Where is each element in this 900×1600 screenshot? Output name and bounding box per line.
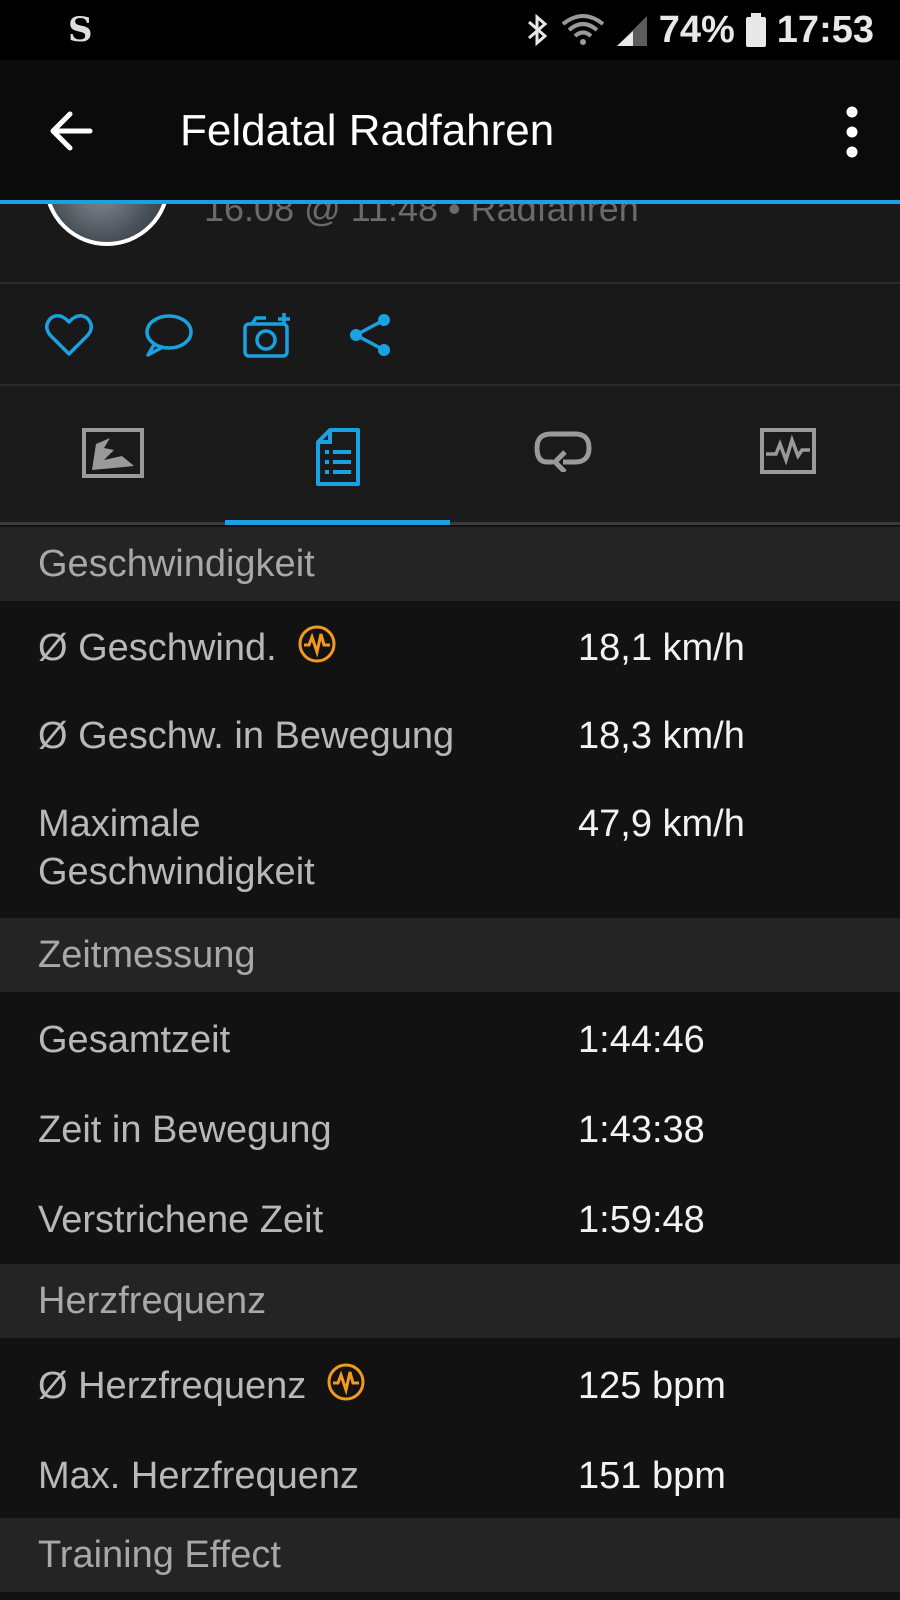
- section-header-speed: Geschwindigkeit: [0, 527, 900, 601]
- stat-value: 18,1 km/h: [578, 627, 745, 669]
- app-notification-icon: S: [68, 10, 93, 50]
- activity-header: 16.08 @ 11:48 • Radfahren: [0, 200, 900, 284]
- comment-icon[interactable]: [143, 312, 193, 358]
- stat-label: Ø Geschw. in Bewegung: [38, 715, 455, 757]
- chart-icon: [759, 428, 816, 474]
- more-vert-icon[interactable]: [842, 104, 862, 160]
- stat-value: 18,3 km/h: [578, 715, 745, 757]
- heart-rate-source-icon: [327, 1363, 365, 1401]
- page-title: Feldatal Radfahren: [180, 106, 555, 155]
- signal-icon: [616, 16, 647, 46]
- stat-label: Gesamtzeit: [38, 1019, 231, 1061]
- tab-details[interactable]: [225, 386, 450, 525]
- tab-laps[interactable]: [450, 386, 675, 522]
- activity-tabs: [0, 386, 900, 525]
- arrow-left-icon[interactable]: [44, 104, 98, 158]
- stat-label: Ø Herzfrequenz: [38, 1362, 538, 1410]
- stat-label: Maximale Geschwindigkeit: [38, 803, 315, 893]
- status-bar: S 74% 17:53: [0, 0, 900, 60]
- clock: 17:53: [776, 8, 874, 51]
- bluetooth-icon: [527, 13, 548, 47]
- battery-percentage: 74%: [658, 8, 735, 51]
- map-icon: [81, 428, 144, 478]
- app-bar: Feldatal Radfahren: [0, 60, 900, 204]
- section-header-training-effect: Training Effect: [0, 1518, 900, 1592]
- wifi-icon: [561, 14, 604, 45]
- add-photo-icon[interactable]: [242, 312, 292, 358]
- stat-label: Max. Herzfrequenz: [38, 1455, 360, 1497]
- stat-label: Verstrichene Zeit: [38, 1199, 324, 1241]
- laps-icon: [533, 431, 592, 472]
- section-header-timing: Zeitmessung: [0, 918, 900, 992]
- stat-label: Ø Geschwind.: [38, 624, 538, 672]
- stat-value: 1:44:46: [578, 1019, 705, 1061]
- battery-icon: [745, 13, 766, 47]
- activity-photo[interactable]: [44, 200, 170, 246]
- tab-charts[interactable]: [675, 386, 900, 522]
- tab-map[interactable]: [0, 386, 225, 522]
- activity-subtitle: 16.08 @ 11:48 • Radfahren: [204, 200, 639, 229]
- details-list-icon: [315, 428, 360, 486]
- stat-label: Zeit in Bewegung: [38, 1109, 332, 1151]
- section-header-heart-rate: Herzfrequenz: [0, 1264, 900, 1338]
- stat-value: 1:59:48: [578, 1199, 705, 1241]
- stat-value: 151 bpm: [578, 1455, 726, 1497]
- share-icon[interactable]: [346, 312, 396, 358]
- heart-rate-source-icon: [298, 625, 336, 663]
- heart-icon[interactable]: [44, 312, 94, 358]
- stat-value: 125 bpm: [578, 1365, 726, 1407]
- social-actions: [0, 284, 900, 386]
- stat-value: 1:43:38: [578, 1109, 705, 1151]
- stat-value: 47,9 km/h: [578, 803, 745, 845]
